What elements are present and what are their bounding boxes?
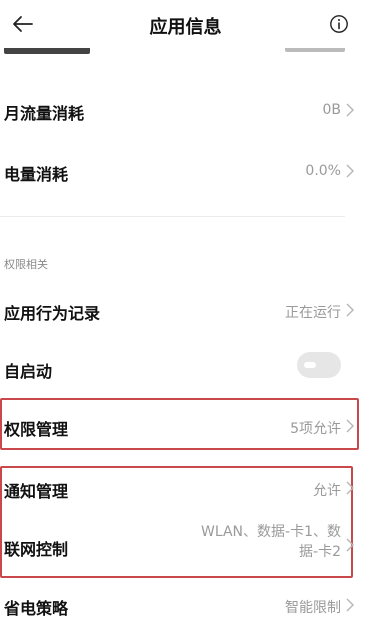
network-control-row[interactable]: 联网控制 WLAN、数据-卡1、数 据-卡2: [0, 522, 371, 566]
chevron-right-icon: [346, 103, 354, 117]
clipped-label: [4, 48, 90, 54]
row-label: 联网控制: [4, 540, 69, 559]
clipped-storage-row: [0, 48, 371, 64]
battery-usage-row[interactable]: 电量消耗 0.0%: [0, 159, 371, 185]
chevron-right-icon: [346, 538, 354, 552]
row-value: 0B: [322, 102, 341, 118]
chevron-right-icon: [346, 164, 354, 178]
chevron-right-icon: [346, 303, 354, 317]
app-behavior-row[interactable]: 应用行为记录 正在运行: [0, 298, 371, 324]
chevron-right-icon: [346, 481, 354, 495]
info-icon[interactable]: [329, 14, 349, 34]
row-value: 正在运行: [285, 305, 341, 321]
row-label: 自启动: [4, 362, 53, 381]
page-title: 应用信息: [149, 17, 222, 38]
permissions-row[interactable]: 权限管理 5项允许: [0, 414, 371, 440]
autostart-toggle[interactable]: [297, 352, 341, 378]
row-label: 月流量消耗: [4, 104, 85, 123]
row-value: WLAN、数据-卡1、数 据-卡2: [201, 522, 341, 562]
row-label: 通知管理: [4, 482, 69, 501]
chevron-right-icon: [346, 598, 354, 612]
row-label: 电量消耗: [4, 165, 69, 184]
toggle-knob: [304, 362, 316, 368]
row-label: 权限管理: [4, 420, 69, 439]
row-value: 智能限制: [285, 600, 341, 616]
notifications-row[interactable]: 通知管理 允许: [0, 476, 371, 502]
row-label: 省电策略: [4, 599, 69, 618]
clipped-value: [285, 48, 345, 52]
row-value: 5项允许: [290, 421, 341, 437]
power-saving-row[interactable]: 省电策略 智能限制: [0, 593, 371, 619]
monthly-traffic-row[interactable]: 月流量消耗 0B: [0, 98, 371, 124]
chevron-right-icon: [346, 419, 354, 433]
row-label: 应用行为记录: [4, 304, 101, 323]
app-header: 应用信息: [0, 0, 371, 48]
row-value-line2: 据-卡2: [299, 544, 341, 560]
row-value: 允许: [313, 483, 341, 499]
section-title: 权限相关: [4, 258, 48, 271]
section-divider: [0, 216, 345, 217]
row-value-line1: WLAN、数据-卡1、数: [201, 524, 341, 540]
row-value: 0.0%: [305, 163, 341, 179]
